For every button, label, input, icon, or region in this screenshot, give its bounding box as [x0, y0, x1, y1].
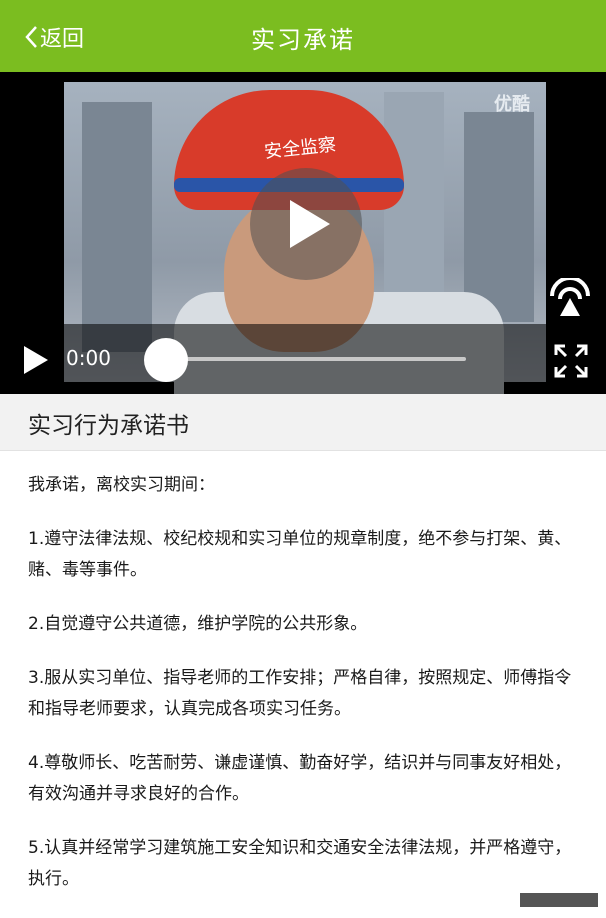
pledge-item: 1.遵守法律法规、校纪校规和实习单位的规章制度，绝不参与打架、黄、赌、毒等事件。: [28, 529, 572, 580]
play-icon: [24, 346, 48, 374]
fullscreen-icon: [554, 344, 588, 378]
current-time: 0:00: [66, 346, 111, 370]
scroll-to-top-button[interactable]: [520, 893, 598, 907]
big-play-button[interactable]: [250, 168, 362, 280]
video-player[interactable]: 安全监察 优酷 0:00: [0, 72, 606, 394]
page-title: 实习承诺: [251, 26, 355, 54]
control-bar: 0:00: [0, 324, 606, 394]
section-title: 实习行为承诺书: [28, 413, 189, 439]
cast-icon: [550, 276, 590, 316]
play-icon: [290, 200, 330, 248]
progress-handle[interactable]: [144, 338, 188, 382]
progress-track[interactable]: [166, 357, 466, 361]
pledge-item: 4.尊敬师长、吃苦耐劳、谦虚谨慎、勤奋好学，结识并与同事友好相处，有效沟通并寻求…: [28, 753, 572, 804]
pledge-item: 5.认真并经常学习建筑施工安全知识和交通安全法律法规，并严格遵守，执行。: [28, 838, 572, 889]
play-button[interactable]: [22, 344, 50, 380]
cast-button[interactable]: [548, 276, 592, 322]
section-header: 实习行为承诺书: [0, 394, 606, 451]
youku-watermark: 优酷: [494, 94, 530, 115]
top-bar: 返回 实习承诺: [0, 0, 606, 72]
pledge-content: 我承诺，离校实习期间： 1.遵守法律法规、校纪校规和实习单位的规章制度，绝不参与…: [28, 470, 584, 918]
fullscreen-button[interactable]: [554, 344, 588, 382]
pledge-item: 3.服从实习单位、指导老师的工作安排；严格自律，按照规定、师傅指令和指导老师要求…: [28, 668, 572, 719]
pledge-intro: 我承诺，离校实习期间：: [28, 475, 215, 495]
pledge-item: 2.自觉遵守公共道德，维护学院的公共形象。: [28, 614, 368, 634]
